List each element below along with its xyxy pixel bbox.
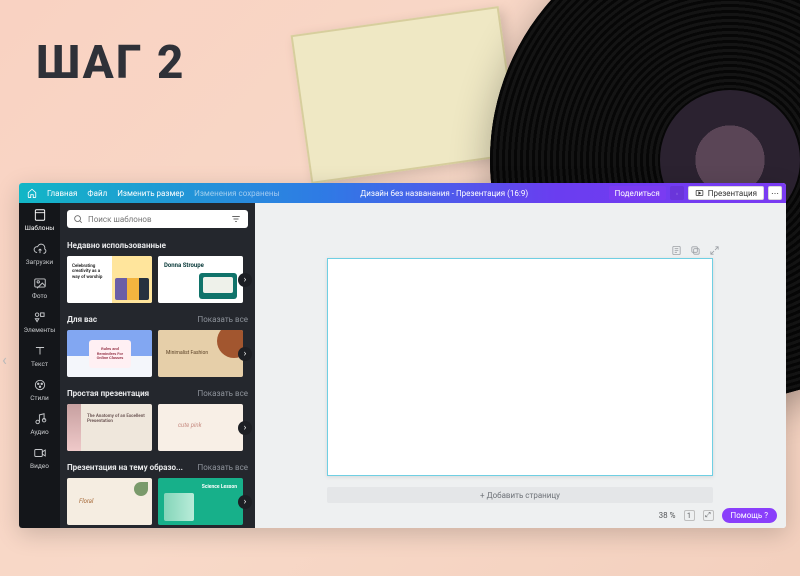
template-thumb[interactable]: Floral	[67, 478, 152, 525]
section-simple-title: Простая презентация	[67, 389, 149, 398]
thumb-caption: Minimalist Fashion	[166, 350, 208, 356]
add-page-button[interactable]: + Добавить страницу	[327, 487, 713, 503]
template-thumb[interactable]: Donna Stroupe	[158, 256, 243, 303]
slide-prev-chevron[interactable]: ‹	[2, 350, 10, 364]
template-thumb[interactable]: Minimalist Fashion	[158, 330, 243, 377]
play-icon	[695, 189, 704, 198]
template-thumb[interactable]: Rules and Reminders For Online Classes	[67, 330, 152, 377]
rail-styles[interactable]: Стили	[19, 373, 60, 407]
rail-elements-label: Элементы	[24, 326, 56, 334]
step-title: ШАГ 2	[36, 36, 185, 90]
duplicate-icon[interactable]	[690, 245, 701, 256]
thumb-caption: The Anatomy of an Excellent Presentation	[87, 414, 152, 425]
search-bar	[67, 210, 248, 228]
section-for-you: Для вас Показать все Rules and Reminders …	[60, 315, 255, 383]
thumb-caption: Donna Stroupe	[164, 262, 204, 269]
rail-uploads-label: Загрузки	[26, 258, 53, 266]
side-rail: Шаблоны Загрузки Фото Элементы Текст Сти…	[19, 203, 60, 528]
rail-audio-label: Аудио	[30, 428, 48, 436]
template-thumb[interactable]: cute pink	[158, 404, 243, 451]
present-button[interactable]: Презентация	[688, 186, 764, 200]
zoom-value[interactable]: 38 %	[659, 511, 676, 520]
rail-photos-label: Фото	[32, 292, 47, 300]
row-next-button[interactable]: ›	[238, 495, 252, 509]
fullscreen-button[interactable]: ⤢	[703, 510, 714, 521]
editor-body: Шаблоны Загрузки Фото Элементы Текст Сти…	[19, 203, 786, 528]
thumb-caption: Rules and Reminders For Online Classes	[89, 340, 131, 368]
show-all-link[interactable]: Показать все	[198, 463, 248, 472]
rail-templates-label: Шаблоны	[25, 224, 55, 232]
show-all-link[interactable]: Показать все	[198, 389, 248, 398]
template-thumb[interactable]: Science Lesson	[158, 478, 243, 525]
section-education: Презентация на тему образо... Показать вс…	[60, 463, 255, 528]
templates-panel: Недавно использованные Celebrating creat…	[60, 203, 255, 528]
search-icon	[73, 214, 83, 224]
rail-text-label: Текст	[31, 360, 48, 368]
page-tools	[671, 245, 720, 256]
grid-view-button[interactable]: 1	[684, 510, 695, 521]
uploads-icon	[33, 242, 47, 256]
row-next-button[interactable]: ›	[238, 421, 252, 435]
search-input[interactable]	[88, 215, 225, 224]
slide-page[interactable]	[327, 258, 713, 476]
share-button[interactable]: Поделиться	[609, 186, 666, 200]
photos-icon	[33, 276, 47, 290]
template-sections: Недавно использованные Celebrating creat…	[60, 235, 255, 528]
save-status: Изменения сохранены	[194, 189, 280, 198]
thumb-caption: cute pink	[178, 422, 202, 429]
help-button[interactable]: Помощь ?	[722, 508, 778, 523]
canvas-area: + Добавить страницу 38 % 1 ⤢ Помощь ?	[255, 203, 786, 528]
rail-video[interactable]: Видео	[19, 441, 60, 475]
elements-icon	[33, 310, 47, 324]
notes-icon[interactable]	[671, 245, 682, 256]
more-button[interactable]: ⋯	[768, 186, 782, 200]
expand-icon[interactable]	[709, 245, 720, 256]
section-recent-title: Недавно использованные	[67, 241, 166, 250]
templates-icon	[33, 208, 47, 222]
rail-uploads[interactable]: Загрузки	[19, 237, 60, 271]
rail-templates[interactable]: Шаблоны	[19, 203, 60, 237]
template-thumb[interactable]: Celebrating creativity as a way of worsh…	[67, 256, 152, 303]
show-all-link[interactable]: Показать все	[198, 315, 248, 324]
top-bar: Главная Файл Изменить размер Изменения с…	[19, 183, 786, 203]
editor-window: Главная Файл Изменить размер Изменения с…	[19, 183, 786, 528]
section-simple: Простая презентация Показать все The Anat…	[60, 389, 255, 457]
section-education-title: Презентация на тему образо...	[67, 463, 183, 472]
rail-audio[interactable]: Аудио	[19, 407, 60, 441]
rail-photos[interactable]: Фото	[19, 271, 60, 305]
rail-elements[interactable]: Элементы	[19, 305, 60, 339]
video-icon	[33, 446, 47, 460]
row-next-button[interactable]: ›	[238, 273, 252, 287]
thumb-caption: Celebrating creativity as a way of worsh…	[72, 264, 106, 280]
nav-home[interactable]: Главная	[47, 189, 77, 198]
section-for-you-title: Для вас	[67, 315, 97, 324]
section-recent: Недавно использованные Celebrating creat…	[60, 241, 255, 309]
download-button[interactable]	[670, 186, 684, 200]
thumb-caption: Floral	[79, 498, 93, 505]
paper-decoration	[291, 6, 520, 184]
rail-video-label: Видео	[30, 462, 49, 470]
rail-text[interactable]: Текст	[19, 339, 60, 373]
canvas-footer: 38 % 1 ⤢ Помощь ?	[659, 508, 777, 523]
styles-icon	[33, 378, 47, 392]
download-icon	[676, 189, 678, 198]
doc-title[interactable]: Дизайн без названания - Презентация (16:…	[280, 189, 609, 198]
home-icon[interactable]	[27, 188, 37, 198]
topbar-right: Поделиться Презентация ⋯	[609, 186, 784, 200]
present-label: Презентация	[708, 189, 757, 198]
audio-icon	[33, 412, 47, 426]
text-icon	[33, 344, 47, 358]
nav-file[interactable]: Файл	[87, 189, 107, 198]
thumb-caption: Science Lesson	[202, 484, 237, 490]
template-thumb[interactable]: The Anatomy of an Excellent Presentation	[67, 404, 152, 451]
row-next-button[interactable]: ›	[238, 347, 252, 361]
topbar-left: Главная Файл Изменить размер Изменения с…	[21, 188, 280, 198]
filter-icon[interactable]	[230, 214, 242, 224]
nav-resize[interactable]: Изменить размер	[117, 189, 184, 198]
rail-styles-label: Стили	[30, 394, 49, 402]
